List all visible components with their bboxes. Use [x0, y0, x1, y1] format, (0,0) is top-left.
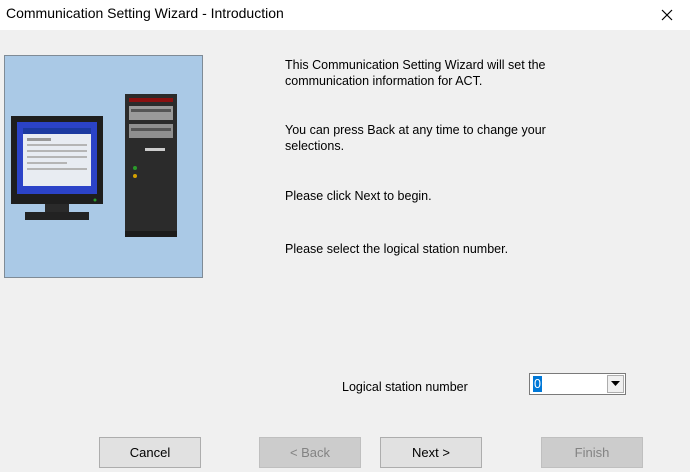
logical-station-label: Logical station number — [342, 380, 468, 394]
back-button[interactable]: < Back — [259, 437, 361, 468]
intro-paragraph-3: Please click Next to begin. — [285, 189, 432, 203]
chevron-down-icon — [611, 381, 620, 386]
close-button[interactable] — [644, 0, 690, 30]
dropdown-button[interactable] — [607, 375, 624, 393]
next-button[interactable]: Next > — [380, 437, 482, 468]
intro-paragraph-4: Please select the logical station number… — [285, 242, 509, 256]
window-title: Communication Setting Wizard - Introduct… — [6, 5, 284, 21]
intro-paragraph-1: This Communication Setting Wizard will s… — [285, 58, 546, 88]
logical-station-select[interactable]: 0 — [529, 373, 626, 395]
logical-station-value: 0 — [533, 376, 542, 392]
cancel-button[interactable]: Cancel — [99, 437, 201, 468]
close-icon — [661, 9, 673, 21]
title-bar: Communication Setting Wizard - Introduct… — [0, 0, 690, 30]
computer-illustration — [4, 55, 203, 278]
finish-button[interactable]: Finish — [541, 437, 643, 468]
computer-icon — [11, 94, 177, 237]
intro-paragraph-2: You can press Back at any time to change… — [285, 123, 546, 153]
